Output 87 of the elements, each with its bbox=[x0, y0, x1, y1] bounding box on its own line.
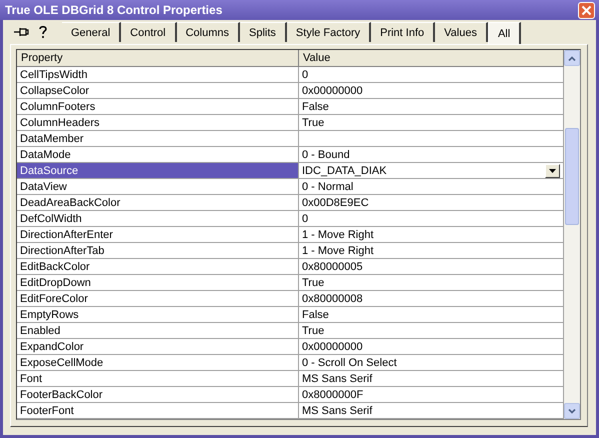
property-value: True bbox=[302, 276, 324, 288]
property-name-cell[interactable]: ExpandColor bbox=[17, 339, 299, 355]
property-name-cell[interactable]: DirectionAfterEnter bbox=[17, 227, 299, 243]
chevron-down-icon bbox=[568, 408, 576, 414]
property-name-cell[interactable]: EditForeColor bbox=[17, 291, 299, 307]
property-value-cell[interactable]: 0x80000008 bbox=[299, 291, 564, 307]
property-value-cell[interactable]: 1 - Move Right bbox=[299, 227, 564, 243]
tab[interactable]: Style Factory bbox=[286, 22, 372, 42]
column-header[interactable]: Value bbox=[299, 50, 564, 67]
property-value: 0 - Normal bbox=[302, 180, 354, 192]
property-name-cell[interactable]: CollapseColor bbox=[17, 83, 299, 99]
property-value-cell[interactable]: IDC_DATA_DIAK bbox=[299, 163, 564, 179]
property-value-cell[interactable]: MS Sans Serif bbox=[299, 371, 564, 387]
tab[interactable]: Splits bbox=[240, 22, 287, 42]
vertical-scrollbar[interactable] bbox=[564, 50, 580, 419]
property-value: IDC_DATA_DIAK bbox=[302, 164, 387, 176]
property-value: 1 - Move Right bbox=[302, 244, 374, 256]
property-name-cell[interactable]: DeadAreaBackColor bbox=[17, 195, 299, 211]
close-icon bbox=[581, 4, 592, 16]
property-value: 0x00000000 bbox=[302, 340, 363, 352]
scrollbar-thumb[interactable] bbox=[565, 128, 579, 225]
tab[interactable]: Print Info bbox=[371, 22, 436, 42]
tab[interactable]: General bbox=[62, 22, 122, 42]
property-name-cell[interactable]: EmptyRows bbox=[17, 307, 299, 323]
property-value-cell[interactable] bbox=[299, 131, 564, 147]
property-value: MS Sans Serif bbox=[302, 372, 372, 384]
property-value-cell[interactable]: 0 - Normal bbox=[299, 179, 564, 195]
property-value: 0x8000000F bbox=[302, 388, 364, 400]
property-value-cell[interactable]: False bbox=[299, 99, 564, 115]
property-name-cell[interactable]: EditBackColor bbox=[17, 259, 299, 275]
property-value: 0 bbox=[302, 212, 308, 224]
property-name-cell[interactable]: Enabled bbox=[17, 323, 299, 339]
property-value: 0 - Bound bbox=[302, 148, 350, 160]
property-value-cell[interactable]: MS Sans Serif bbox=[299, 403, 564, 419]
tab[interactable]: Control bbox=[121, 22, 177, 42]
property-name-cell[interactable]: ColumnFooters bbox=[17, 99, 299, 115]
property-value-cell[interactable]: True bbox=[299, 323, 564, 339]
tab[interactable]: All bbox=[488, 22, 522, 44]
property-value-cell[interactable]: 0 bbox=[299, 67, 564, 83]
property-value: 1 - Move Right bbox=[302, 228, 374, 240]
caret-icon bbox=[549, 168, 556, 172]
column-header[interactable]: Property bbox=[17, 50, 299, 67]
help-icon[interactable] bbox=[38, 25, 48, 39]
property-name-cell[interactable]: DataSource bbox=[17, 163, 299, 179]
pin-icon[interactable] bbox=[14, 26, 30, 38]
property-value: True bbox=[302, 324, 324, 336]
property-name-cell[interactable]: CellTipsWidth bbox=[17, 67, 299, 83]
property-value: 0x00000000 bbox=[302, 84, 363, 96]
scroll-down-button[interactable] bbox=[564, 403, 580, 419]
close-button[interactable] bbox=[578, 2, 595, 18]
property-value: 0 - Scroll On Select bbox=[302, 356, 397, 368]
property-name-cell[interactable]: ColumnHeaders bbox=[17, 115, 299, 131]
property-value: 0x80000008 bbox=[302, 292, 363, 304]
property-value-cell[interactable]: 0 - Bound bbox=[299, 147, 564, 163]
property-value: False bbox=[302, 308, 329, 320]
property-name-cell[interactable]: DefColWidth bbox=[17, 211, 299, 227]
scroll-up-button[interactable] bbox=[564, 50, 580, 66]
property-name-cell[interactable]: DirectionAfterTab bbox=[17, 243, 299, 259]
property-name-cell[interactable]: FooterFont bbox=[17, 403, 299, 419]
property-value-cell[interactable]: 0 - Scroll On Select bbox=[299, 355, 564, 371]
property-value: 0x80000005 bbox=[302, 260, 363, 272]
property-value-cell[interactable]: 0x8000000F bbox=[299, 387, 564, 403]
property-name-cell[interactable]: DataView bbox=[17, 179, 299, 195]
property-value-cell[interactable]: 0x80000005 bbox=[299, 259, 564, 275]
property-value: 0x00D8E9EC bbox=[302, 196, 369, 208]
chevron-up-icon bbox=[568, 56, 576, 60]
property-value: True bbox=[302, 116, 324, 128]
property-value-cell[interactable]: 1 - Move Right bbox=[299, 243, 564, 259]
property-value-cell[interactable]: False bbox=[299, 307, 564, 323]
property-value-cell[interactable]: 0x00000000 bbox=[299, 83, 564, 99]
tab[interactable]: Columns bbox=[176, 22, 240, 42]
property-name-cell[interactable]: DataMember bbox=[17, 131, 299, 147]
dropdown-button[interactable] bbox=[545, 164, 560, 178]
property-name-cell[interactable]: Font bbox=[17, 371, 299, 387]
property-value-cell[interactable]: 0 bbox=[299, 211, 564, 227]
property-name-cell[interactable]: EditDropDown bbox=[17, 275, 299, 291]
property-value-cell[interactable]: True bbox=[299, 115, 564, 131]
property-value-cell[interactable]: 0x00000000 bbox=[299, 339, 564, 355]
property-name-cell[interactable]: FooterBackColor bbox=[17, 387, 299, 403]
property-value-cell[interactable]: 0x00D8E9EC bbox=[299, 195, 564, 211]
property-name-cell[interactable]: ExposeCellMode bbox=[17, 355, 299, 371]
property-value: False bbox=[302, 100, 329, 112]
property-value-cell[interactable]: True bbox=[299, 275, 564, 291]
window-title: True OLE DBGrid 8 Control Properties bbox=[5, 3, 222, 17]
property-value: 0 bbox=[302, 68, 308, 80]
property-value: MS Sans Serif bbox=[302, 404, 372, 416]
tab[interactable]: Values bbox=[435, 22, 488, 42]
